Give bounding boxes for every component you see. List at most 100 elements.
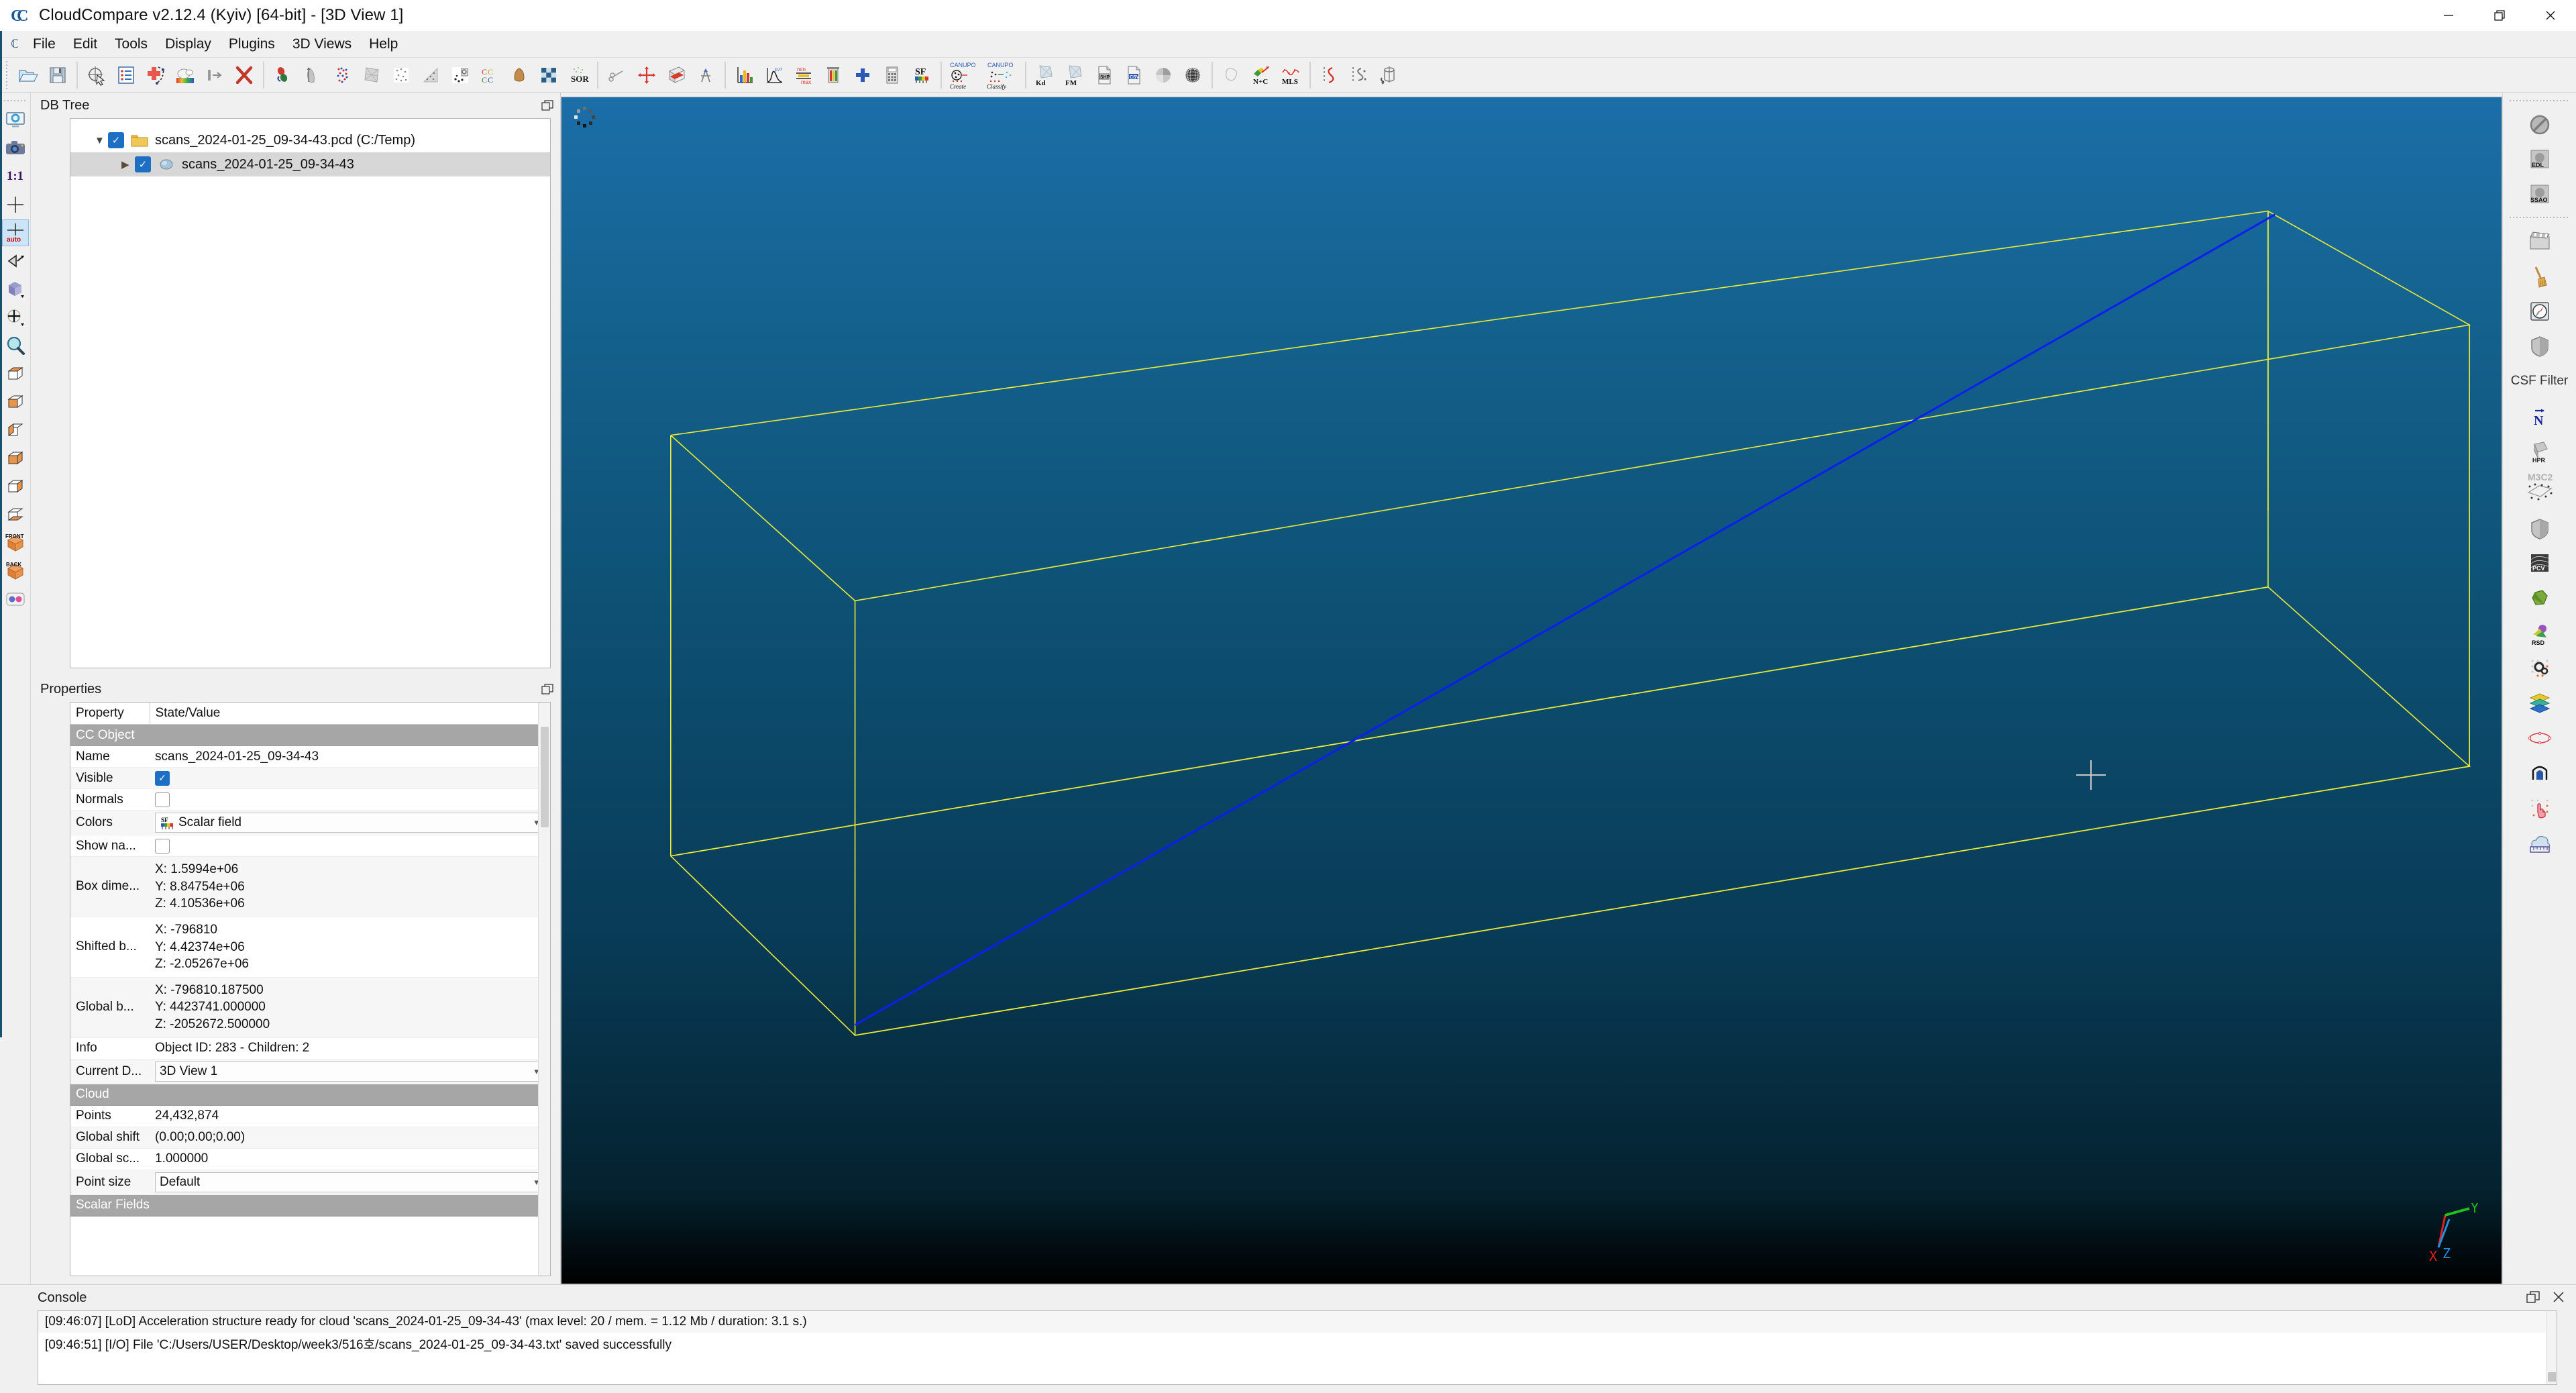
- mls-button[interactable]: MLS: [1276, 60, 1305, 90]
- translate-rotate-button[interactable]: [200, 60, 229, 90]
- unroll-cylinder-button[interactable]: [1374, 60, 1403, 90]
- sf-arithmetic-button[interactable]: [877, 60, 907, 90]
- menu-edit[interactable]: Edit: [64, 33, 106, 56]
- pcv-plugin-button[interactable]: PCV: [2516, 548, 2563, 580]
- view3d-canvas[interactable]: 2.5e+06 Y X Z: [561, 97, 2502, 1284]
- menu-plugins[interactable]: Plugins: [220, 33, 284, 56]
- right-toolbar-grip-1[interactable]: [2509, 98, 2570, 103]
- camera-snapshot-button[interactable]: [2, 135, 29, 162]
- display-settings-button[interactable]: [2, 107, 29, 134]
- colors-combobox[interactable]: SF Scalar field ▾: [155, 813, 543, 833]
- hough-normals-plugin-button[interactable]: N: [2516, 400, 2563, 432]
- rsd-plugin-button[interactable]: RSD: [2516, 617, 2563, 650]
- right-toolbar-grip-2[interactable]: [2509, 215, 2570, 220]
- fit-plane-button[interactable]: [416, 60, 445, 90]
- cross-section-button[interactable]: [661, 60, 691, 90]
- console-scrollbar-thumb[interactable]: [2548, 1372, 2556, 1382]
- view-front-button[interactable]: FRONT: [2, 529, 29, 556]
- point-size-combobox[interactable]: Default ▾: [155, 1172, 543, 1192]
- node-visibility-checkbox[interactable]: ✓: [135, 156, 151, 172]
- canupo-create-button[interactable]: CANUPO Create: [946, 60, 983, 90]
- primitive-fit-button[interactable]: [445, 60, 475, 90]
- segment-button[interactable]: [141, 60, 170, 90]
- properties-body[interactable]: Property State/Value CC Object Name scan…: [70, 702, 551, 1276]
- curve-tool-button[interactable]: [1315, 60, 1344, 90]
- node-visibility-checkbox[interactable]: ✓: [108, 132, 124, 148]
- trace-polyline-button[interactable]: [602, 60, 632, 90]
- save-file-button[interactable]: [43, 60, 72, 90]
- no-shader-button[interactable]: [2516, 109, 2563, 141]
- console-float-icon[interactable]: [2526, 1290, 2540, 1308]
- compass-plugin-button[interactable]: [2516, 295, 2563, 327]
- menu-help[interactable]: Help: [360, 33, 407, 56]
- fit-ellipse-plugin-button[interactable]: [2516, 722, 2563, 754]
- open-file-button[interactable]: [13, 60, 43, 90]
- broom-plugin-button[interactable]: [2516, 260, 2563, 293]
- cloud-cloud-distance-button[interactable]: [298, 60, 327, 90]
- properties-scrollbar[interactable]: [538, 703, 550, 1276]
- statistical-test-button[interactable]: μ,σ: [759, 60, 789, 90]
- normals-checkbox[interactable]: ✓: [155, 792, 170, 807]
- auto-pick-rotation-center-button[interactable]: auto: [1, 219, 29, 246]
- cloud-mesh-distance-button[interactable]: [327, 60, 357, 90]
- menu-tools[interactable]: Tools: [106, 33, 156, 56]
- view-iso2-button[interactable]: [2, 501, 29, 528]
- cloud-measure-plugin-button[interactable]: [2516, 827, 2563, 859]
- global-zoom-button[interactable]: [2, 332, 29, 359]
- pick-rotation-center-button[interactable]: [2, 191, 29, 218]
- csf-filter-plugin-button[interactable]: CSF Filter: [2511, 365, 2569, 397]
- menu-display[interactable]: Display: [156, 33, 220, 56]
- noise-filter-button[interactable]: [504, 60, 534, 90]
- restore-button[interactable]: [2474, 0, 2525, 31]
- sf-min-max-button[interactable]: min max: [789, 60, 818, 90]
- view-right-button[interactable]: [2, 445, 29, 472]
- point-picking-button[interactable]: [82, 60, 111, 90]
- collapse-triangle-icon[interactable]: ▶: [121, 158, 135, 170]
- subsample-button[interactable]: [386, 60, 416, 90]
- default-view-button[interactable]: [2, 276, 29, 303]
- pivot-mode-button[interactable]: [2, 304, 29, 331]
- menu-file[interactable]: File: [24, 33, 64, 56]
- kd-tree-button[interactable]: Kd: [1030, 60, 1060, 90]
- section-extract-button[interactable]: [1344, 60, 1374, 90]
- edl-shader-button[interactable]: EDL: [2516, 144, 2563, 176]
- poisson-reconstruction-button[interactable]: [1217, 60, 1246, 90]
- db-tree-node-cloud[interactable]: ▶ ✓ scans_2024-01-25_09-34-43: [70, 152, 550, 176]
- canupo-classify-button[interactable]: CANUPO Classify: [983, 60, 1021, 90]
- m3c2-plugin-button[interactable]: M3C2: [2516, 470, 2563, 510]
- db-tree-node-file[interactable]: ▼ ✓ scans_2024-01-25_09-34-43.pcd (C:/Te…: [70, 128, 550, 152]
- ransac-sd-plugin-button[interactable]: [2516, 652, 2563, 684]
- cork-plugin-button[interactable]: [2516, 330, 2563, 362]
- ssao-shader-button[interactable]: SSAO: [2516, 178, 2563, 211]
- zoom-one-to-one-button[interactable]: 1:1: [2, 163, 29, 190]
- properties-float-icon[interactable]: [540, 682, 555, 696]
- view-back-button[interactable]: BACK: [2, 558, 29, 584]
- mesh-boolean-plugin-button[interactable]: [2516, 513, 2563, 545]
- db-tree-float-icon[interactable]: [540, 98, 555, 113]
- normals-curvature-button[interactable]: N+C: [1246, 60, 1276, 90]
- interactive-transform-button[interactable]: [632, 60, 661, 90]
- display-properties-button[interactable]: [111, 60, 141, 90]
- mesh-button[interactable]: [357, 60, 386, 90]
- colorize-button[interactable]: [170, 60, 200, 90]
- masonry-plugin-button[interactable]: [2516, 757, 2563, 789]
- globe-wire-button[interactable]: [1178, 60, 1208, 90]
- registration-button[interactable]: [268, 60, 298, 90]
- view-iso1-button[interactable]: [2, 473, 29, 500]
- cc-cc-button[interactable]: C C C C: [475, 60, 504, 90]
- sphere-button[interactable]: [1148, 60, 1178, 90]
- minimize-button[interactable]: [2423, 0, 2474, 31]
- sf-colorbar-button[interactable]: SF: [907, 60, 936, 90]
- shp-file-button[interactable]: SHP: [1089, 60, 1119, 90]
- show-name-checkbox[interactable]: ✓: [155, 838, 170, 854]
- edit-normals-button[interactable]: [691, 60, 720, 90]
- menu-3d-views[interactable]: 3D Views: [284, 33, 360, 56]
- stereo-mode-button[interactable]: [2, 586, 29, 613]
- hpr-plugin-button[interactable]: HPR: [2516, 435, 2563, 467]
- histogram-button[interactable]: [730, 60, 759, 90]
- delete-button[interactable]: [229, 60, 259, 90]
- viewing-mode-button[interactable]: [2, 248, 29, 274]
- facets-fm-button[interactable]: FM: [1060, 60, 1089, 90]
- add-constant-sf-button[interactable]: [848, 60, 877, 90]
- console-close-icon[interactable]: [2552, 1290, 2565, 1308]
